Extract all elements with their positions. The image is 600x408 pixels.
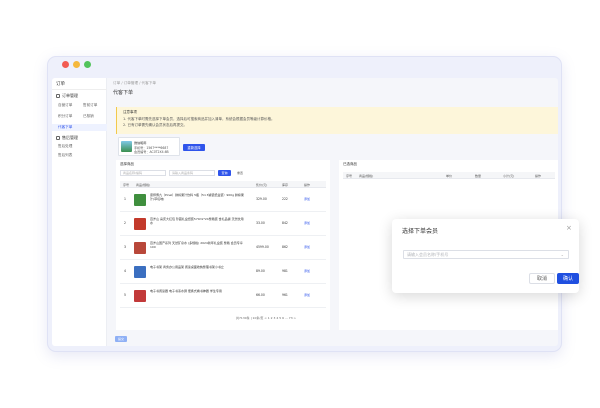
left-panel-title: 选择商品 — [120, 162, 134, 166]
minimize-window-icon[interactable] — [73, 61, 80, 68]
query-button[interactable]: 查询 — [218, 170, 231, 176]
sidebar-item-verified[interactable]: 已核销 — [83, 114, 94, 119]
confirm-button[interactable]: 确认 — [557, 273, 579, 284]
order-icon — [56, 94, 60, 98]
select-member-modal: 选择下单会员 × 请输入会员名称/手机号 ⌄ 取消 确认 — [392, 219, 579, 293]
chevron-down-icon: ⌄ — [560, 252, 564, 257]
product-select-panel: 选择商品 商品名称/编码 请输入商品条码 查询 重置 序号 商品(规格) 售价(… — [116, 160, 330, 330]
submit-order-button[interactable]: 提交 — [115, 336, 127, 342]
sidebar-divider — [52, 89, 107, 90]
add-product-button[interactable]: 添加 — [304, 293, 310, 297]
barcode-search-input[interactable]: 请输入商品条码 — [169, 170, 215, 176]
table-row: 4 电子书架 商务办公用品架 阅读桌面收纳整理书架小书立 89.00 981 添… — [120, 260, 326, 284]
add-product-button[interactable]: 添加 — [304, 269, 310, 273]
notice-line-1: 1. 代客下单时需先选择下单会员，选择后可搜索商品并加入清单，系统会根据会员等级… — [123, 117, 275, 121]
product-search-input[interactable]: 商品名称/编码 — [120, 170, 166, 176]
sidebar-item-proxy-order[interactable]: 代客下单 — [58, 125, 72, 130]
product-thumbnail — [134, 194, 146, 206]
notice-line-2: 2. 已有订单需先确认会员状态后再提交。 — [123, 123, 187, 127]
table-row: 3 百岁山国产系列 天然矿泉水 (多规格) 2024新年礼盒装 整箱 会员专享 … — [120, 236, 326, 260]
member-card: 微信昵称 手机号：1567****6687 会员编号：AC0T2X4.6B — [118, 137, 180, 156]
aftersale-icon — [56, 136, 60, 140]
pagination[interactable]: 共7130条 | 10条/页 < 1 2 3 4 5 6 ... 73 > — [236, 316, 296, 320]
sidebar-group-orders[interactable]: 订单管理 — [56, 93, 78, 99]
sidebar-item-presale-orders[interactable]: 售前订单 — [83, 103, 97, 108]
member-select-placeholder: 请输入会员名称/手机号 — [407, 251, 449, 257]
window-controls — [62, 61, 91, 68]
sidebar-item-aftersale-list[interactable]: 售后列表 — [58, 153, 72, 158]
sidebar-item-self-orders[interactable]: 自营订单 — [58, 103, 72, 108]
member-search-select[interactable]: 请输入会员名称/手机号 ⌄ — [403, 250, 569, 259]
modal-title: 选择下单会员 — [402, 228, 439, 235]
product-table-header: 序号 商品(规格) 售价(元) 库存 操作 — [120, 181, 326, 188]
table-row: 2 百岁山 喜庆大红包 珍藏礼盒纸装570ml*24整箱装 含礼品袋 天然饮用水… — [120, 212, 326, 236]
member-id: 会员编号：AC0T2X4.6B — [134, 150, 169, 154]
add-product-button[interactable]: 添加 — [304, 221, 310, 225]
close-icon[interactable]: × — [566, 224, 572, 232]
notice-box: 注意事项 1. 代客下单时需先选择下单会员，选择后可搜索商品并加入清单，系统会根… — [116, 107, 558, 134]
cancel-button[interactable]: 取消 — [529, 273, 555, 284]
maximize-window-icon[interactable] — [84, 61, 91, 68]
product-thumbnail — [134, 266, 146, 278]
product-thumbnail — [134, 218, 146, 230]
table-row: 1 康师傅九（Pinel）鲜榨果汁饮料 5瓶（5×3罐装纸盒装）900g 鲜榨果… — [120, 188, 326, 212]
product-thumbnail — [134, 290, 146, 302]
page-title: 代客下单 — [113, 90, 134, 96]
sidebar-title: 订单 — [56, 82, 65, 87]
selected-table-header: 序号 商品(规格) 单价 数量 小计(元) 操作 — [343, 172, 555, 179]
add-product-button[interactable]: 添加 — [304, 245, 310, 249]
right-panel-title: 已选商品 — [343, 162, 357, 166]
close-window-icon[interactable] — [62, 61, 69, 68]
main-content: 订单 / 订单管理 / 代客下单 代客下单 注意事项 1. 代客下单时需先选择下… — [107, 78, 558, 346]
sidebar-item-points-orders[interactable]: 积分订单 — [58, 114, 72, 119]
avatar — [121, 141, 132, 152]
sidebar-group-aftersale[interactable]: 售后管理 — [56, 135, 78, 141]
reselect-member-button[interactable]: 重新选择 — [183, 144, 205, 151]
sidebar-item-aftersale-handle[interactable]: 售后处理 — [58, 144, 72, 149]
add-product-button[interactable]: 添加 — [304, 197, 310, 201]
reset-button[interactable]: 重置 — [235, 170, 245, 176]
table-row: 5 电子书阅读器 电子书墨水屏 便携式看书神器 学生专用 66.00 961 添… — [120, 284, 326, 308]
notice-title: 注意事项 — [123, 110, 137, 114]
product-thumbnail — [134, 242, 146, 254]
sidebar: 订单 订单管理 自营订单 售前订单 积分订单 已核销 代客下单 售后管理 售后处… — [52, 78, 107, 346]
app-window: 订单 订单管理 自营订单 售前订单 积分订单 已核销 代客下单 售后管理 售后处… — [52, 78, 558, 346]
breadcrumb: 订单 / 订单管理 / 代客下单 — [113, 81, 156, 85]
